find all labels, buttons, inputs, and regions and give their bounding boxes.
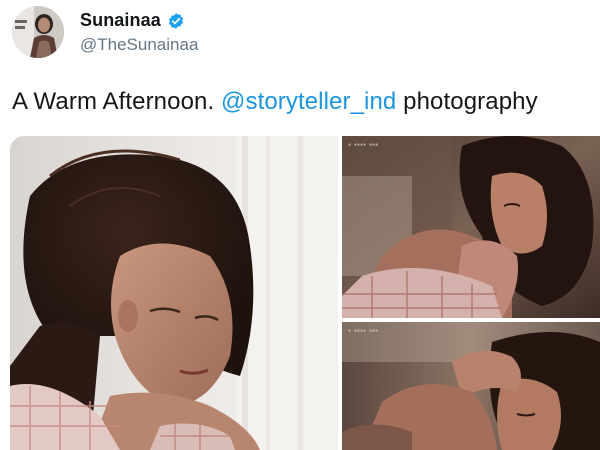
tweet-text-start: A Warm Afternoon. xyxy=(12,88,221,115)
avatar[interactable] xyxy=(12,6,64,58)
tweet-text: A Warm Afternoon. @storyteller_ind photo… xyxy=(12,88,538,116)
media-grid: ▪ ▪▪▪▪ ▪▪▪ ▪ ▪▪▪▪ ▪▪▪ xyxy=(10,136,600,450)
tweet-text-end: photography xyxy=(396,88,538,115)
photo-woman-eyes-closed[interactable]: ▪ ▪▪▪▪ ▪▪▪ xyxy=(342,322,600,450)
verified-badge-icon xyxy=(167,12,185,30)
watermark-text: ▪ ▪▪▪▪ ▪▪▪ xyxy=(348,142,379,148)
user-handle[interactable]: @TheSunainaa xyxy=(80,35,198,55)
profile-photo-icon xyxy=(12,6,64,58)
mention-link[interactable]: @storyteller_ind xyxy=(221,88,396,115)
photo-woman-by-curtain[interactable] xyxy=(10,136,338,450)
watermark-text: ▪ ▪▪▪▪ ▪▪▪ xyxy=(348,328,379,334)
display-name[interactable]: Sunainaa xyxy=(80,10,161,31)
tweet-card: Sunainaa @TheSunainaa A Warm Afternoon. … xyxy=(0,0,600,450)
photo-woman-looking-over-shoulder[interactable]: ▪ ▪▪▪▪ ▪▪▪ xyxy=(342,136,600,318)
